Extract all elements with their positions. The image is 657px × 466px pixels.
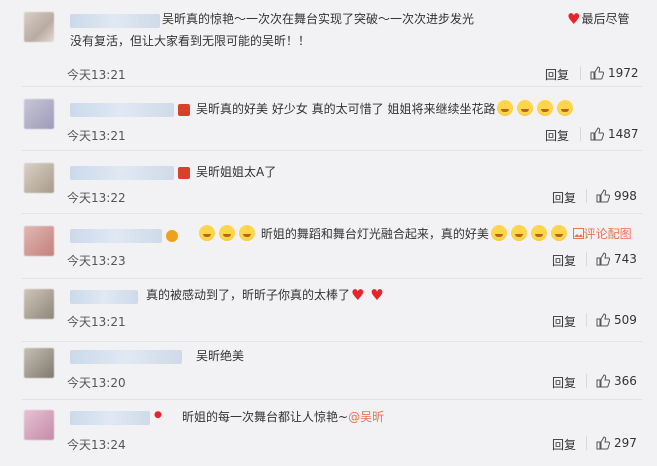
- crying-face-icon: [517, 100, 534, 116]
- image-attachment-link[interactable]: 评论配图: [572, 227, 632, 241]
- like-count: 509: [614, 313, 637, 327]
- divider: [586, 436, 587, 450]
- heart-icon: ♥: [567, 10, 581, 28]
- reply-button[interactable]: 回复: [552, 189, 576, 206]
- member-badge: [166, 230, 178, 242]
- crying-face-icon: [239, 225, 255, 241]
- like-count: 743: [614, 252, 637, 266]
- comment-text: 真的被感动到了，昕昕子你真的太棒了♥ ♥: [146, 284, 385, 306]
- like-count: 998: [614, 189, 637, 203]
- comment-text-content: 昕姐的每一次舞台都让人惊艳~: [182, 410, 349, 424]
- like-button[interactable]: 998: [596, 189, 637, 203]
- comment-text-content: 吴昕姐姐太A了: [196, 165, 277, 179]
- crying-face-icon: [490, 225, 507, 241]
- comment-item: 吴昕姐姐太A了 今天13:22 回复 998: [0, 151, 657, 214]
- member-badge: [178, 167, 190, 179]
- image-icon: [572, 228, 584, 239]
- comment-text-part: 吴昕真的惊艳～一次次在舞台实现了突破～一次次进步发光: [162, 12, 475, 26]
- reply-button[interactable]: 回复: [545, 66, 569, 83]
- divider: [586, 313, 587, 327]
- timestamp: 今天13:21: [67, 129, 126, 143]
- avatar[interactable]: [24, 289, 54, 319]
- timestamp: 今天13:20: [67, 376, 126, 390]
- comment-text-content: 吴昕绝美: [196, 349, 245, 363]
- comment-item: 真的被感动到了，昕昕子你真的太棒了♥ ♥ 今天13:21 回复 509: [0, 279, 657, 342]
- divider: [580, 127, 581, 141]
- like-count: 1487: [608, 127, 639, 141]
- reply-button[interactable]: 回复: [552, 252, 576, 269]
- image-link-label: 评论配图: [583, 227, 632, 241]
- like-count: 1972: [608, 66, 639, 80]
- comment-item: 昕姐的舞蹈和舞台灯光融合起来，真的好美 评论配图 今天13:23 回复 743: [0, 214, 657, 279]
- comment-item: ● 昕姐的每一次舞台都让人惊艳~@吴昕 今天13:24 回复 297: [0, 400, 657, 466]
- like-button[interactable]: 297: [596, 436, 637, 450]
- crying-face-icon: [537, 100, 554, 116]
- reply-button[interactable]: 回复: [552, 313, 576, 330]
- timestamp: 今天13:21: [67, 68, 126, 82]
- like-count: 366: [614, 374, 637, 388]
- reply-button[interactable]: 回复: [552, 436, 576, 453]
- thumbs-up-icon: [596, 313, 611, 327]
- crying-face-icon: [557, 100, 574, 116]
- comment-text-content: 真的被感动到了，昕昕子你真的太棒了: [146, 288, 351, 302]
- thumbs-up-icon: [596, 436, 611, 450]
- timestamp: 今天13:23: [67, 254, 126, 268]
- comment-text-content: 昕姐的舞蹈和舞台灯光融合起来，真的好美: [260, 227, 489, 241]
- username[interactable]: [70, 411, 150, 425]
- comment-item: 吴昕真的惊艳～一次次在舞台实现了突破～一次次进步发光 ♥最后尽管没有复活，但让大家…: [0, 0, 657, 87]
- username[interactable]: [70, 166, 174, 180]
- reply-button[interactable]: 回复: [545, 127, 569, 144]
- divider: [586, 374, 587, 388]
- crying-face-icon: [530, 225, 547, 241]
- username[interactable]: [70, 290, 138, 304]
- thumbs-up-icon: [596, 374, 611, 388]
- username[interactable]: [70, 229, 162, 243]
- avatar[interactable]: [24, 99, 54, 129]
- heart-icon: ♥: [370, 286, 384, 304]
- comment-feed: 吴昕真的惊艳～一次次在舞台实现了突破～一次次进步发光 ♥最后尽管没有复活，但让大家…: [0, 0, 657, 466]
- username[interactable]: [70, 350, 182, 364]
- like-button[interactable]: 743: [596, 252, 637, 266]
- timestamp: 今天13:21: [67, 315, 126, 329]
- comment-text: 吴昕姐姐太A了: [196, 161, 276, 183]
- thumbs-up-icon: [590, 127, 605, 141]
- like-button[interactable]: 366: [596, 374, 637, 388]
- crying-face-icon: [550, 225, 567, 241]
- divider: [586, 252, 587, 266]
- like-count: 297: [614, 436, 637, 450]
- avatar[interactable]: [24, 410, 54, 440]
- timestamp: 今天13:24: [67, 438, 126, 452]
- comment-item: 吴昕真的好美 好少女 真的太可惜了 姐姐将来继续坐花路 今天13:21 回复 1…: [0, 87, 657, 151]
- avatar[interactable]: [24, 12, 54, 42]
- comment-text: 吴昕真的惊艳～一次次在舞台实现了突破～一次次进步发光 ♥最后尽管没有复活，但让大家…: [70, 8, 630, 52]
- thumbs-up-icon: [590, 66, 605, 80]
- heart-icon: ♥: [351, 286, 365, 304]
- comment-text-content: 吴昕真的好美 好少女 真的太可惜了 姐姐将来继续坐花路: [196, 102, 496, 116]
- avatar[interactable]: [24, 348, 54, 378]
- comment-text: 吴昕真的好美 好少女 真的太可惜了 姐姐将来继续坐花路: [196, 98, 575, 120]
- divider: [586, 189, 587, 203]
- mention-link[interactable]: @吴昕: [348, 410, 384, 424]
- crying-face-icon: [510, 225, 527, 241]
- comment-text: 吴昕绝美: [196, 345, 244, 367]
- member-badge: [178, 104, 190, 116]
- crying-face-icon: [199, 225, 215, 241]
- crying-face-icon: [219, 225, 235, 241]
- username[interactable]: [70, 103, 174, 117]
- thumbs-up-icon: [596, 252, 611, 266]
- timestamp: 今天13:22: [67, 191, 126, 205]
- comment-text: 昕姐的舞蹈和舞台灯光融合起来，真的好美 评论配图: [197, 223, 632, 245]
- member-badge: ●: [154, 410, 162, 420]
- like-button[interactable]: 509: [596, 313, 637, 327]
- divider: [580, 66, 581, 80]
- avatar[interactable]: [24, 226, 54, 256]
- comment-item: 吴昕绝美 今天13:20 回复 366: [0, 342, 657, 400]
- comment-text: 昕姐的每一次舞台都让人惊艳~@吴昕: [182, 406, 384, 428]
- like-button[interactable]: 1487: [590, 127, 639, 141]
- reply-button[interactable]: 回复: [552, 374, 576, 391]
- avatar[interactable]: [24, 163, 54, 193]
- thumbs-up-icon: [596, 189, 611, 203]
- like-button[interactable]: 1972: [590, 66, 639, 80]
- crying-face-icon: [497, 100, 514, 116]
